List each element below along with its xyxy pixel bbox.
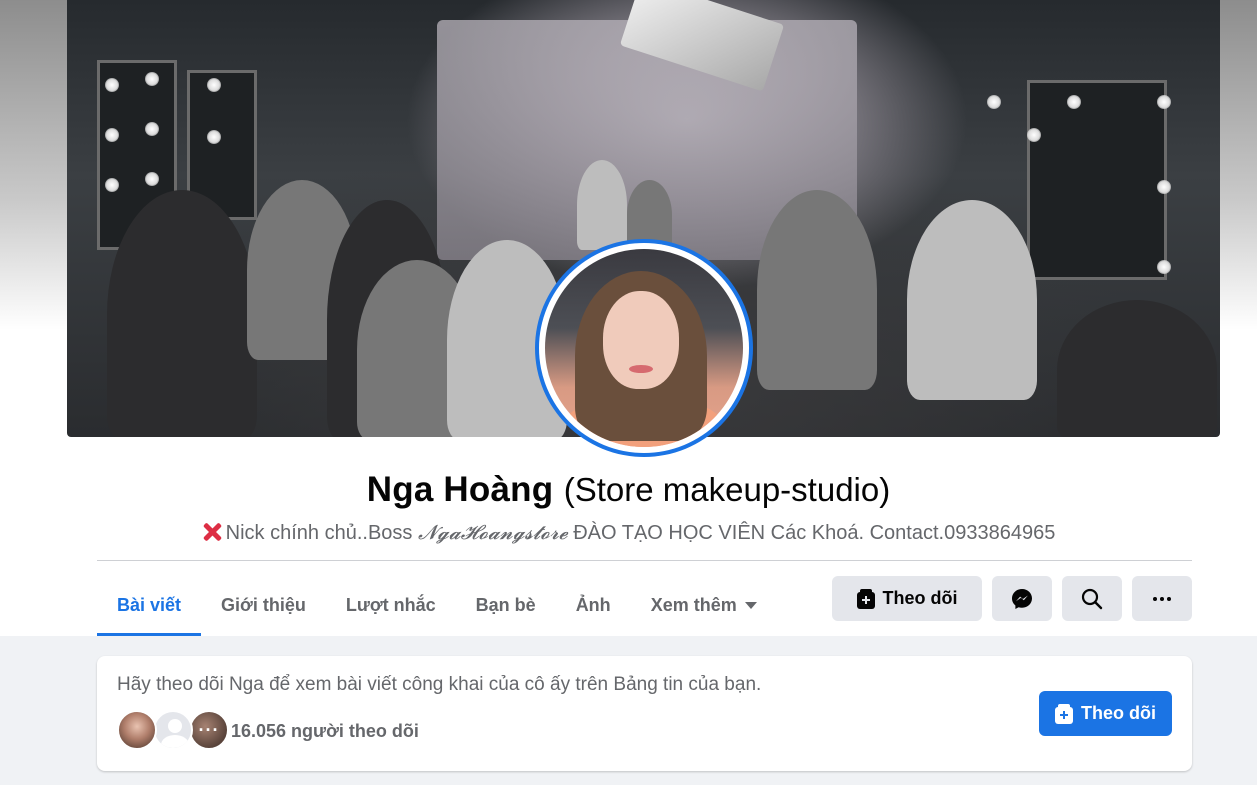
- tab-about[interactable]: Giới thiệu: [201, 575, 326, 636]
- cover-bulb: [105, 128, 119, 142]
- messenger-button[interactable]: [992, 576, 1052, 621]
- cross-mark-icon: [202, 522, 222, 542]
- follow-button-label: Theo dõi: [1081, 703, 1156, 723]
- tab-label: Lượt nhắc: [345, 595, 436, 615]
- cover-bulb: [1157, 95, 1171, 109]
- default-avatar-icon[interactable]: [153, 710, 193, 750]
- profile-avatar[interactable]: [535, 239, 753, 457]
- avatar-border: [539, 243, 749, 453]
- profile-alternate-name: (Store makeup-studio): [563, 471, 891, 508]
- profile-bio: Nick chính chủ..Boss 𝓝𝓰𝓪𝓗𝓸𝓪𝓷𝓰𝓼𝓽𝓸𝓻𝓮 ĐÀO T…: [0, 520, 1257, 545]
- tab-photos[interactable]: Ảnh: [556, 575, 631, 636]
- cover-bulb: [145, 122, 159, 136]
- profile-tabs: Bài viết Giới thiệu Lượt nhắc Bạn bè Ảnh…: [97, 575, 777, 636]
- follow-button-label: Theo dõi: [882, 588, 958, 608]
- follower-avatars[interactable]: ···: [117, 710, 231, 752]
- tab-label: Giới thiệu: [221, 595, 306, 615]
- more-dots: ···: [198, 719, 220, 740]
- cover-bulb: [1067, 95, 1081, 109]
- more-options-button[interactable]: [1132, 576, 1192, 621]
- bio-text-part1: Nick chính chủ..Boss: [225, 522, 418, 544]
- search-icon: [1081, 588, 1103, 609]
- cover-bulb: [987, 95, 1001, 109]
- avatar-face: [603, 291, 679, 389]
- avatar-photo: [545, 249, 743, 447]
- cover-person: [1057, 300, 1217, 437]
- more-icon: [1153, 596, 1171, 601]
- cover-bulb: [1027, 128, 1041, 142]
- tab-label: Xem thêm: [650, 595, 737, 615]
- cover-mirror-right: [1027, 80, 1167, 280]
- cover-bulb: [207, 78, 221, 92]
- tab-posts[interactable]: Bài viết: [97, 575, 202, 636]
- bio-text-script: 𝓝𝓰𝓪𝓗𝓸𝓪𝓷𝓰𝓼𝓽𝓸𝓻𝓮: [417, 520, 568, 544]
- tab-label: Bài viết: [117, 595, 182, 615]
- tab-friends[interactable]: Bạn bè: [456, 575, 556, 636]
- caret-down-icon: [744, 602, 757, 609]
- cover-bulb: [1157, 180, 1171, 194]
- follower-avatar[interactable]: [117, 710, 157, 750]
- cover-person: [577, 160, 627, 250]
- messenger-icon: [1012, 588, 1032, 609]
- cover-bulb: [145, 172, 159, 186]
- tab-label: Bạn bè: [475, 595, 536, 615]
- cover-person: [757, 190, 877, 390]
- follow-prompt-card: Hãy theo dõi Nga để xem bài viết công kh…: [97, 656, 1192, 771]
- follower-count[interactable]: 16.056 người theo dõi: [231, 721, 419, 742]
- cover-person: [107, 190, 257, 437]
- cover-bulb: [105, 178, 119, 192]
- tab-label: Ảnh: [575, 595, 611, 615]
- follower-avatar-more[interactable]: ···: [189, 710, 229, 750]
- avatar-lips: [629, 365, 653, 373]
- follow-icon: [1055, 703, 1073, 724]
- follow-icon: [856, 588, 875, 609]
- profile-name: Nga Hoàng: [366, 470, 554, 509]
- cover-bulb: [207, 130, 221, 144]
- follow-button[interactable]: Theo dõi: [832, 576, 982, 621]
- profile-name-row: Nga Hoàng (Store makeup-studio): [0, 470, 1257, 510]
- follow-prompt-text: Hãy theo dõi Nga để xem bài viết công kh…: [117, 674, 762, 695]
- cover-person: [907, 200, 1037, 400]
- tab-more[interactable]: Xem thêm: [631, 575, 777, 636]
- bio-text-part2: ĐÀO TẠO HỌC VIÊN Các Khoá. Contact.09338…: [567, 522, 1056, 544]
- header-divider: [97, 560, 1192, 561]
- follow-button-primary[interactable]: Theo dõi: [1039, 691, 1172, 736]
- search-button[interactable]: [1062, 576, 1122, 621]
- tab-mentions[interactable]: Lượt nhắc: [326, 575, 456, 636]
- cover-bulb: [145, 72, 159, 86]
- cover-bulb: [105, 78, 119, 92]
- cover-bulb: [1157, 260, 1171, 274]
